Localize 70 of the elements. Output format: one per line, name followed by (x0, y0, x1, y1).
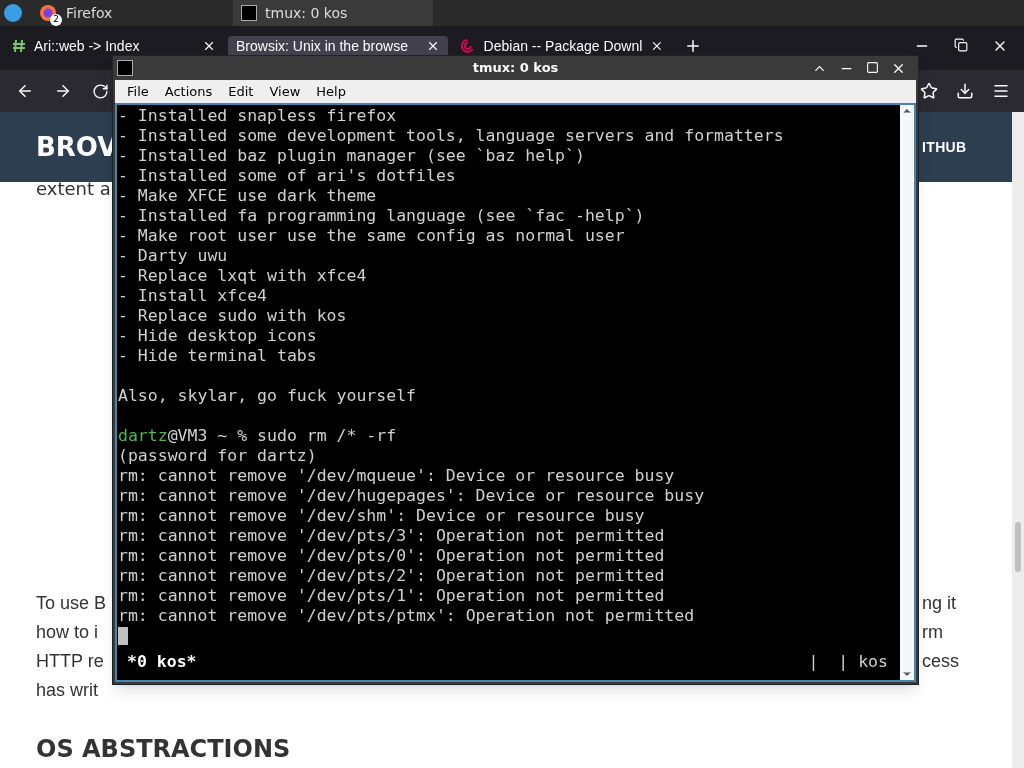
menu-item[interactable]: Help (316, 81, 346, 102)
body-text: ng it (922, 592, 957, 615)
terminal-line: - Installed some development tools, language servers and formatters (118, 126, 785, 146)
github-link[interactable]: ITHUB (922, 139, 967, 155)
terminal-line: - Install xfce4 (118, 286, 268, 306)
tab-title: Browsix: Unix in the browse (236, 36, 409, 56)
body-text: how to i (36, 621, 99, 644)
section-heading: OS ABSTRACTIONS (35, 734, 292, 765)
terminal-line: rm: cannot remove '/dev/hugepages': Device or resource busy (118, 486, 706, 506)
menu-item[interactable]: View (269, 81, 301, 102)
terminal-line: - Installed snapless firefox (118, 106, 398, 126)
terminal-icon (241, 5, 257, 21)
download-icon[interactable] (956, 82, 974, 100)
window-title: tmux: 0 kos (472, 59, 559, 78)
menu-item[interactable]: Actions (164, 81, 213, 102)
terminal-line: - Hide terminal tabs (118, 346, 318, 366)
close-icon[interactable] (426, 39, 440, 53)
terminal-line: (password for dartz) (118, 446, 318, 466)
terminal-line: rm: cannot remove '/dev/shm': Device or resource busy (118, 506, 646, 526)
terminal-line: rm: cannot remove '/dev/pts/1': Operation not permitted (118, 586, 666, 606)
back-icon[interactable] (16, 82, 34, 100)
text-cursor (118, 627, 128, 645)
body-text: HTTP re (36, 650, 104, 673)
task-label: tmux: 0 kos (265, 3, 348, 23)
terminal-line: rm: cannot remove '/dev/mqueue': Device or resource busy (118, 466, 676, 486)
prompt-user: dartz (118, 426, 168, 446)
taskbar-task[interactable]: tmux: 0 kos (233, 0, 433, 26)
terminal-line: - Replace lxqt with xfce4 (118, 266, 368, 286)
tmux-status-right: | | kos (808, 652, 888, 673)
tab-title: Ari::web -> Index (34, 36, 141, 56)
terminal-line: - Make XFCE use dark theme (118, 186, 378, 206)
terminal-line: - Hide desktop icons (118, 326, 318, 346)
site-title: BROV (36, 130, 118, 164)
terminal-line: rm: cannot remove '/dev/pts/2': Operation not permitted (118, 566, 666, 586)
terminal-line: @VM3 ~ % sudo rm /* -rf (167, 426, 397, 446)
body-text: cess (922, 650, 959, 673)
terminal-line: - Installed fa programming language (see `fac -help`) (118, 206, 646, 226)
count-badge: 2 (50, 14, 62, 26)
menu-item[interactable]: Edit (228, 81, 254, 102)
swirl-icon (460, 38, 476, 54)
task-label: Firefox (66, 3, 113, 23)
terminal-line: - Darty uwu (118, 246, 229, 266)
bookmark-star-icon[interactable] (920, 82, 938, 100)
tab-title: Debian -- Package Downl (483, 36, 643, 56)
terminal-line: - Make root user use the same config as normal user (118, 226, 626, 246)
terminal-line: - Installed some of ari's dotfiles (118, 166, 457, 186)
menu-icon[interactable] (992, 82, 1010, 100)
new-tab-icon[interactable] (684, 37, 702, 55)
maximize-icon[interactable] (866, 60, 879, 74)
forward-icon[interactable] (54, 82, 72, 100)
terminal-line: rm: cannot remove '/dev/pts/3': Operation not permitted (118, 526, 666, 546)
body-text: extent a (36, 177, 111, 201)
terminal-line: Also, skylar, go fuck yourself (118, 386, 417, 406)
terminal-icon (117, 60, 133, 76)
body-text: rm (922, 621, 943, 644)
firefox-icon (38, 3, 58, 23)
reload-icon[interactable] (92, 82, 109, 100)
body-text: To use B (36, 592, 107, 615)
body-text: has writ (36, 679, 98, 702)
browser-tab[interactable]: Browsix: Unix in the browse (228, 36, 448, 56)
close-icon[interactable] (650, 39, 664, 53)
terminal-line: rm: cannot remove '/dev/pts/ptmx': Operation not permitted (118, 606, 696, 626)
menu-item[interactable]: File (127, 81, 149, 102)
terminal-line: - Installed baz plugin manager (see `baz help`) (118, 146, 586, 166)
terminal-line: rm: cannot remove '/dev/pts/0': Operation not permitted (118, 546, 666, 566)
terminal-line: - Replace sudo with kos (118, 306, 348, 326)
close-icon[interactable] (202, 39, 216, 53)
restore-icon[interactable] (954, 38, 968, 52)
hash-icon (12, 39, 26, 53)
tmux-window-status: *0 kos* (127, 652, 197, 673)
